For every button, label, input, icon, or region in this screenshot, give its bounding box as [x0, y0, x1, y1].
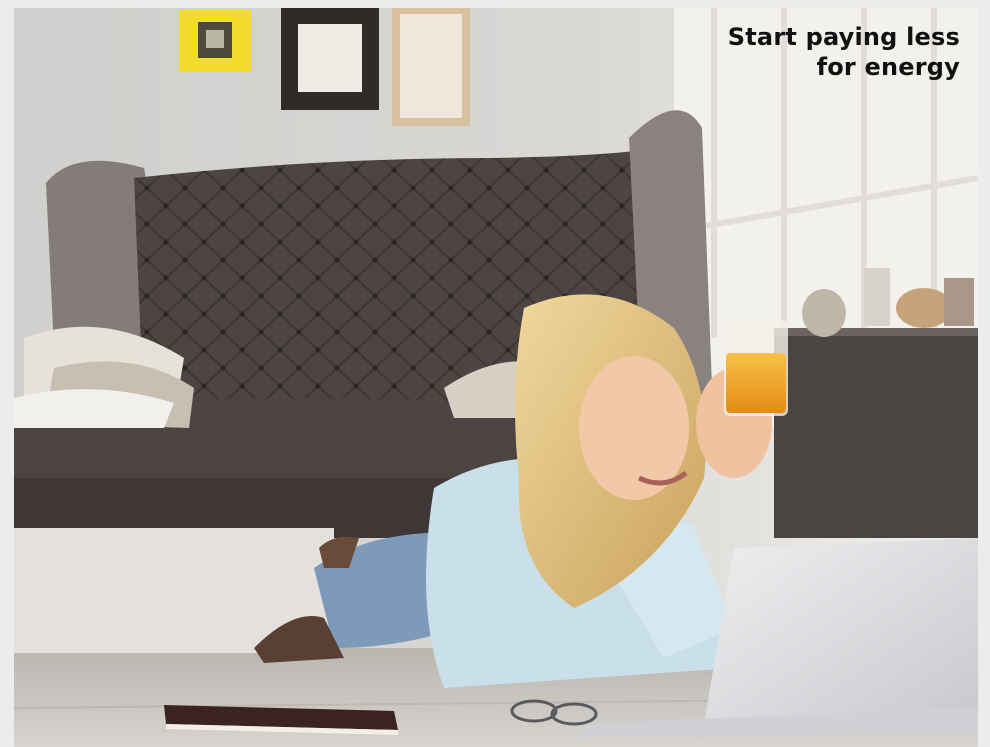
sideboard: [774, 328, 978, 538]
hero-photo: [14, 8, 978, 747]
wall-frame-black: [281, 8, 379, 110]
page-frame: Start paying less for energy: [0, 0, 990, 747]
headline: Start paying less for energy: [728, 22, 960, 82]
headline-line-1: Start paying less: [727, 23, 960, 51]
headline-line-2: for energy: [816, 53, 960, 81]
wall-frame-yellow: [179, 10, 251, 72]
juice-glass: [724, 320, 788, 416]
wall-frame-wood: [392, 8, 470, 126]
